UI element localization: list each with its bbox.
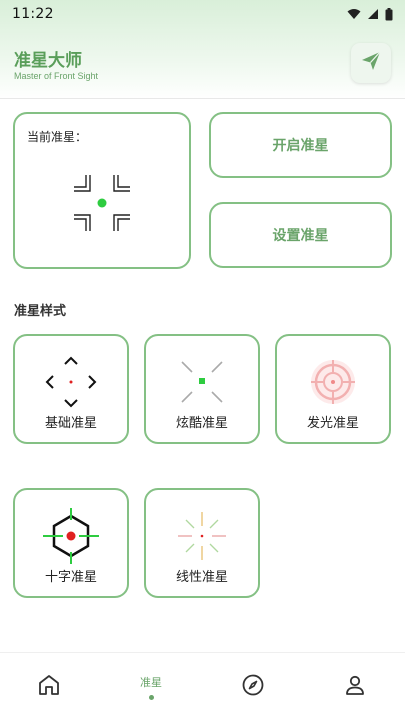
send-button[interactable] — [351, 43, 391, 83]
style-label-linear: 线性准星 — [175, 570, 228, 585]
battery-icon — [385, 7, 393, 21]
style-label-cool: 炫酷准星 — [175, 416, 228, 431]
current-crosshair-label: 当前准星： — [27, 130, 88, 144]
linear-crosshair-icon — [146, 506, 258, 566]
style-card-basic[interactable]: 基础准星 — [13, 334, 129, 444]
send-icon — [360, 50, 382, 76]
signal-icon — [367, 8, 379, 20]
wifi-icon — [347, 8, 361, 20]
current-crosshair-card: 当前准星： — [13, 112, 191, 269]
profile-icon — [343, 673, 367, 701]
header-divider — [0, 98, 405, 99]
app-subtitle: Master of Front Sight — [14, 71, 99, 81]
bottom-navigation: 准星 — [0, 652, 405, 720]
style-card-cross[interactable]: 十字准星 — [13, 488, 129, 598]
app-title: 准星大师 — [14, 51, 82, 71]
style-label-glow: 发光准星 — [306, 416, 359, 431]
home-icon — [37, 673, 61, 701]
settings-crosshair-button[interactable]: 设置准星 — [209, 202, 392, 268]
cross-crosshair-icon — [15, 506, 127, 566]
nav-active-dot — [148, 695, 154, 700]
status-icons — [347, 7, 393, 21]
style-label-cross: 十字准星 — [44, 570, 97, 585]
style-card-glow[interactable]: 发光准星 — [275, 334, 391, 444]
nav-compass[interactable] — [223, 653, 283, 720]
status-time: 11:22 — [12, 6, 54, 22]
compass-icon — [241, 673, 265, 701]
cool-crosshair-icon — [146, 352, 258, 412]
section-title: 准星样式 — [14, 304, 67, 319]
nav-crosshair[interactable]: 准星 — [121, 653, 181, 720]
open-crosshair-button[interactable]: 开启准星 — [209, 112, 392, 178]
nav-home[interactable] — [19, 653, 79, 720]
nav-crosshair-label: 准星 — [140, 676, 162, 689]
nav-profile[interactable] — [325, 653, 385, 720]
style-card-cool[interactable]: 炫酷准星 — [144, 334, 260, 444]
glow-crosshair-icon — [277, 352, 389, 412]
style-card-linear[interactable]: 线性准星 — [144, 488, 260, 598]
current-crosshair-icon — [72, 173, 132, 237]
basic-crosshair-icon — [15, 352, 127, 412]
status-bar: 11:22 — [0, 0, 405, 28]
style-label-basic: 基础准星 — [44, 416, 97, 431]
app-header: 准星大师 Master of Front Sight — [0, 40, 405, 90]
